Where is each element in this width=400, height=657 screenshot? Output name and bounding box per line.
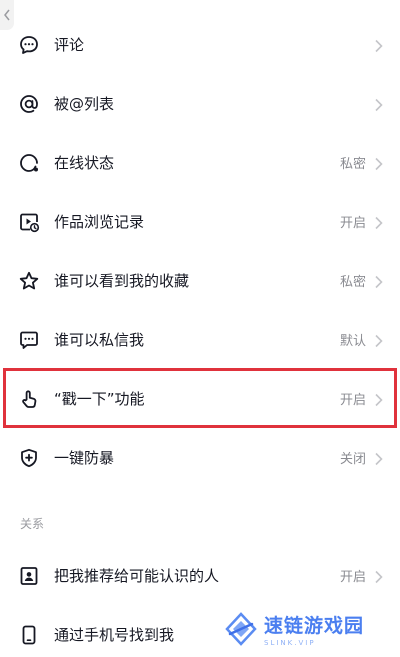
phone-icon <box>18 624 40 646</box>
settings-item-view-history[interactable]: 作品浏览记录 开启 <box>0 192 400 251</box>
settings-item-recommend-me[interactable]: 把我推荐给可能认识的人 开启 <box>0 546 400 605</box>
chevron-right-icon <box>374 451 384 465</box>
settings-item-value: 私密 <box>339 275 366 290</box>
chevron-right-icon <box>374 38 384 52</box>
comment-bubble-icon <box>18 34 40 56</box>
at-sign-icon <box>18 93 40 115</box>
settings-item-value: 默认 <box>339 334 366 349</box>
settings-item-anti-violence[interactable]: 一键防暴 关闭 <box>0 428 400 487</box>
chevron-right-icon <box>374 392 384 406</box>
settings-item-mentions[interactable]: 被@列表 <box>0 74 400 133</box>
settings-item-direct-message[interactable]: 谁可以私信我 默认 <box>0 310 400 369</box>
star-icon <box>18 270 40 292</box>
chevron-right-icon <box>374 215 384 229</box>
watermark-logo-icon <box>225 611 257 646</box>
section-title-relations: 关系 <box>20 517 45 531</box>
chevron-right-icon <box>374 156 384 170</box>
settings-item-label: 在线状态 <box>54 154 115 172</box>
watermark: 速链游戏园 SLINK.VIP <box>218 600 398 657</box>
shield-plus-icon <box>18 447 40 469</box>
chevron-right-icon <box>374 333 384 347</box>
video-history-icon <box>18 211 40 233</box>
contact-card-icon <box>18 565 40 587</box>
settings-item-label: 被@列表 <box>54 95 115 113</box>
online-status-icon <box>18 152 40 174</box>
settings-item-label: 作品浏览记录 <box>54 213 145 231</box>
settings-item-poke[interactable]: “戳一下”功能 开启 <box>0 369 400 428</box>
watermark-subtitle: SLINK.VIP <box>264 638 316 647</box>
settings-item-value: 开启 <box>339 216 366 231</box>
settings-item-online-status[interactable]: 在线状态 私密 <box>0 133 400 192</box>
settings-item-label: “戳一下”功能 <box>54 390 145 408</box>
settings-item-label: 谁可以私信我 <box>54 331 145 349</box>
settings-item-comments[interactable]: 评论 <box>0 15 400 74</box>
watermark-title: 速链游戏园 <box>264 614 365 637</box>
settings-item-value: 私密 <box>339 157 366 172</box>
settings-item-label: 评论 <box>54 36 85 54</box>
chevron-right-icon <box>374 97 384 111</box>
settings-item-label: 谁可以看到我的收藏 <box>54 272 190 290</box>
settings-item-value: 开启 <box>339 570 366 585</box>
message-icon <box>18 329 40 351</box>
settings-item-value: 开启 <box>339 393 366 408</box>
tap-hand-icon <box>18 388 40 410</box>
settings-item-label: 通过手机号找到我 <box>54 626 175 644</box>
chevron-right-icon <box>374 274 384 288</box>
settings-item-value: 关闭 <box>339 452 366 467</box>
settings-item-favorites-visibility[interactable]: 谁可以看到我的收藏 私密 <box>0 251 400 310</box>
chevron-right-icon <box>374 569 384 583</box>
settings-item-label: 一键防暴 <box>54 449 115 467</box>
settings-item-label: 把我推荐给可能认识的人 <box>54 567 220 585</box>
